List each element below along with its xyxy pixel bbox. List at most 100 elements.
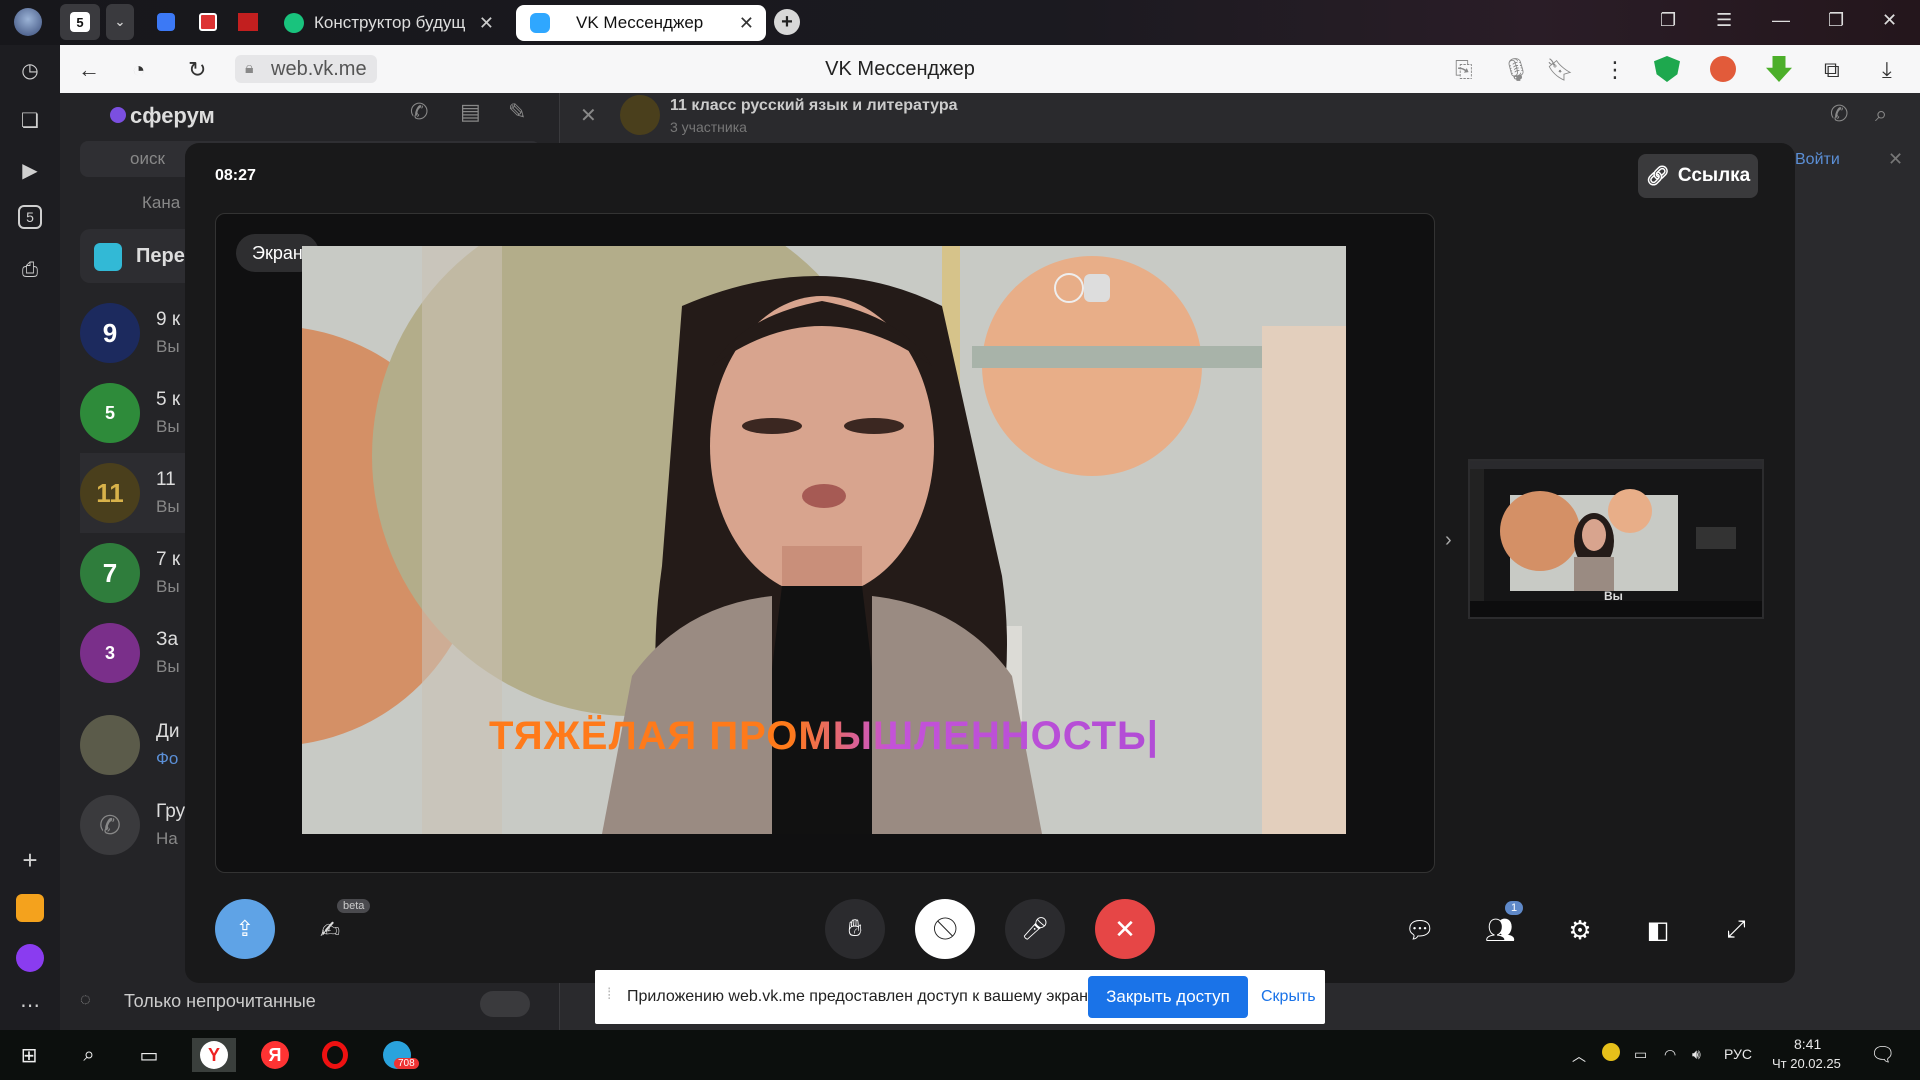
tabs-overview-icon[interactable]: ❐ — [1660, 10, 1676, 31]
video-icon[interactable]: ▶ — [15, 155, 45, 185]
battery-icon[interactable]: ▭ — [1634, 1046, 1647, 1063]
history-icon[interactable]: ◷ — [15, 55, 45, 85]
participants-button[interactable]: 👥︎ 1 — [1483, 901, 1524, 947]
microphone-button[interactable]: 🎤︎ — [1005, 899, 1065, 959]
end-call-button[interactable]: ✕ — [1095, 899, 1155, 959]
avatar: 7 — [80, 543, 140, 603]
tab-counter-number: 5 — [70, 12, 90, 32]
notification-icon[interactable]: 🗨︎ — [1870, 1042, 1895, 1067]
tab-vk-messenger[interactable]: VK Мессенджер ✕ — [516, 5, 766, 41]
opera-icon[interactable] — [318, 1038, 352, 1072]
search-icon[interactable]: ⌕ — [72, 1038, 106, 1072]
upload-icon: ⇪ — [235, 916, 255, 941]
phone-icon[interactable]: ✆ — [1830, 101, 1848, 127]
bookmark-icon[interactable]: 🔖︎ — [1546, 57, 1574, 83]
volume-icon[interactable]: 🔊︎ — [1692, 1046, 1701, 1063]
close-icon[interactable]: ✕ — [1888, 149, 1903, 170]
chat-preview: Вы — [156, 577, 180, 596]
chat-button[interactable]: 💬︎ — [1403, 913, 1437, 947]
permissions-icon[interactable]: ⎘ — [1455, 57, 1473, 83]
search-icon[interactable]: ⌕ — [1875, 101, 1887, 127]
clock-time[interactable]: 8:41 — [1794, 1036, 1821, 1052]
close-icon[interactable]: ✕ — [580, 103, 597, 128]
login-button[interactable]: Войти — [1795, 151, 1840, 169]
effects-button[interactable]: ✍ beta — [313, 899, 371, 947]
unread-filter: ◌ Только непрочитанные — [80, 983, 540, 1023]
yandex-browser-icon[interactable]: Y — [192, 1038, 236, 1072]
add-icon[interactable]: + — [15, 845, 45, 875]
layout-button[interactable]: ◧ — [1641, 913, 1675, 947]
yandex-ya-icon: Я — [261, 1041, 289, 1069]
download-extension-icon[interactable] — [1766, 56, 1792, 82]
app-icon — [157, 13, 175, 31]
telegram-icon[interactable]: 708 — [380, 1038, 419, 1072]
five-icon[interactable]: 5 — [18, 205, 42, 229]
chat-preview: На — [156, 829, 178, 848]
chat-header: ✕ 11 класс русский язык и литература 3 у… — [560, 93, 1920, 143]
screenshot-icon[interactable]: ⎙ — [15, 255, 45, 285]
settings-button[interactable]: ⚙ — [1563, 913, 1597, 947]
camera-toggle-button[interactable]: 🚫︎ — [915, 899, 975, 959]
downloads-icon[interactable]: ⤓ — [1882, 57, 1892, 83]
share-screen-button[interactable]: ⇪ — [215, 899, 275, 959]
tab-pinned-2[interactable] — [194, 8, 222, 36]
menu-icon[interactable]: ☰ — [1716, 10, 1732, 31]
beta-badge: beta — [337, 899, 371, 913]
filter-icon: ◌ — [80, 989, 91, 1009]
tab-counter[interactable]: 5 — [60, 4, 100, 40]
chat-preview: Вы — [156, 497, 180, 516]
more-icon[interactable]: ⋯ — [15, 990, 45, 1020]
link-button-label: Ссылка — [1677, 165, 1751, 186]
share-notice-text: Приложению web.vk.me предоставлен доступ… — [627, 988, 1099, 1005]
opera-logo-icon — [322, 1041, 348, 1069]
tab-konstruktor[interactable]: Конструктор будущ ✕ — [270, 5, 506, 41]
chat-title: Ди — [156, 721, 180, 742]
more-options-icon[interactable]: ⋮ — [1604, 57, 1626, 83]
extensions-icon[interactable]: ⧉ — [1824, 57, 1840, 83]
close-window-button[interactable]: ✕ — [1882, 10, 1897, 31]
collections-icon[interactable]: ❏ — [15, 105, 45, 135]
drag-handle-icon[interactable]: ⁞ — [607, 986, 611, 1004]
chevron-up-icon[interactable]: ︿ — [1572, 1046, 1586, 1066]
task-view-icon[interactable]: ▭ — [132, 1038, 166, 1072]
tab-label: Конструктор будущ — [314, 13, 466, 32]
mail-icon[interactable] — [15, 893, 45, 923]
wifi-icon[interactable]: ◠ — [1664, 1046, 1676, 1063]
vk-logo: сферум — [110, 103, 215, 129]
extension-icon[interactable] — [1710, 56, 1736, 82]
new-tab-button[interactable]: + — [774, 9, 800, 35]
tab-pinned-1[interactable] — [152, 8, 180, 36]
page-title: VK Мессенджер — [825, 58, 975, 80]
browser-profile-icon[interactable] — [14, 8, 42, 36]
minimize-button[interactable]: — — [1772, 10, 1790, 31]
unread-toggle[interactable] — [480, 991, 530, 1017]
effects-icon: ✍ — [319, 916, 341, 944]
link-button[interactable]: 🔗︎ Ссылка — [1638, 154, 1758, 198]
close-icon[interactable]: ✕ — [479, 13, 494, 34]
clock-date[interactable]: Чт 20.02.25 — [1772, 1056, 1841, 1071]
raise-hand-button[interactable]: ✋︎ — [825, 899, 885, 959]
hand-icon: ✋︎ — [848, 915, 862, 942]
tab-pinned-3[interactable] — [234, 8, 262, 36]
restore-button[interactable]: ❐ — [1828, 10, 1844, 31]
archive-icon[interactable]: ▤ — [460, 99, 481, 125]
tab-favicon — [284, 13, 304, 33]
fullscreen-button[interactable]: ⤢ — [1719, 913, 1753, 947]
shared-video: ТЯЖЁЛАЯ ПРОМЫШЛЕННОСТЬ| — [302, 246, 1346, 834]
microphone-icon[interactable]: 🎙︎ — [1502, 57, 1530, 83]
hide-notice-link[interactable]: Скрыть — [1261, 988, 1316, 1006]
chevron-right-icon[interactable]: › — [1445, 529, 1452, 552]
language-indicator[interactable]: РУС — [1724, 1046, 1752, 1062]
close-icon[interactable]: ✕ — [739, 13, 754, 34]
chevron-down-icon[interactable]: ⌄ — [106, 4, 134, 40]
self-preview-thumbnail[interactable]: Вы — [1468, 459, 1764, 619]
yandex-icon[interactable]: Я — [258, 1038, 292, 1072]
alice-icon[interactable] — [15, 943, 45, 973]
compose-icon[interactable]: ✎ — [508, 99, 526, 125]
brand-name: сферум — [130, 103, 215, 128]
stop-sharing-button[interactable]: Закрыть доступ — [1088, 976, 1248, 1018]
new-call-icon[interactable]: ✆ — [410, 99, 428, 125]
windows-start-icon[interactable]: ⊞ — [12, 1038, 46, 1072]
avatar: 9 — [80, 303, 140, 363]
tray-app-icon[interactable] — [1602, 1043, 1620, 1061]
